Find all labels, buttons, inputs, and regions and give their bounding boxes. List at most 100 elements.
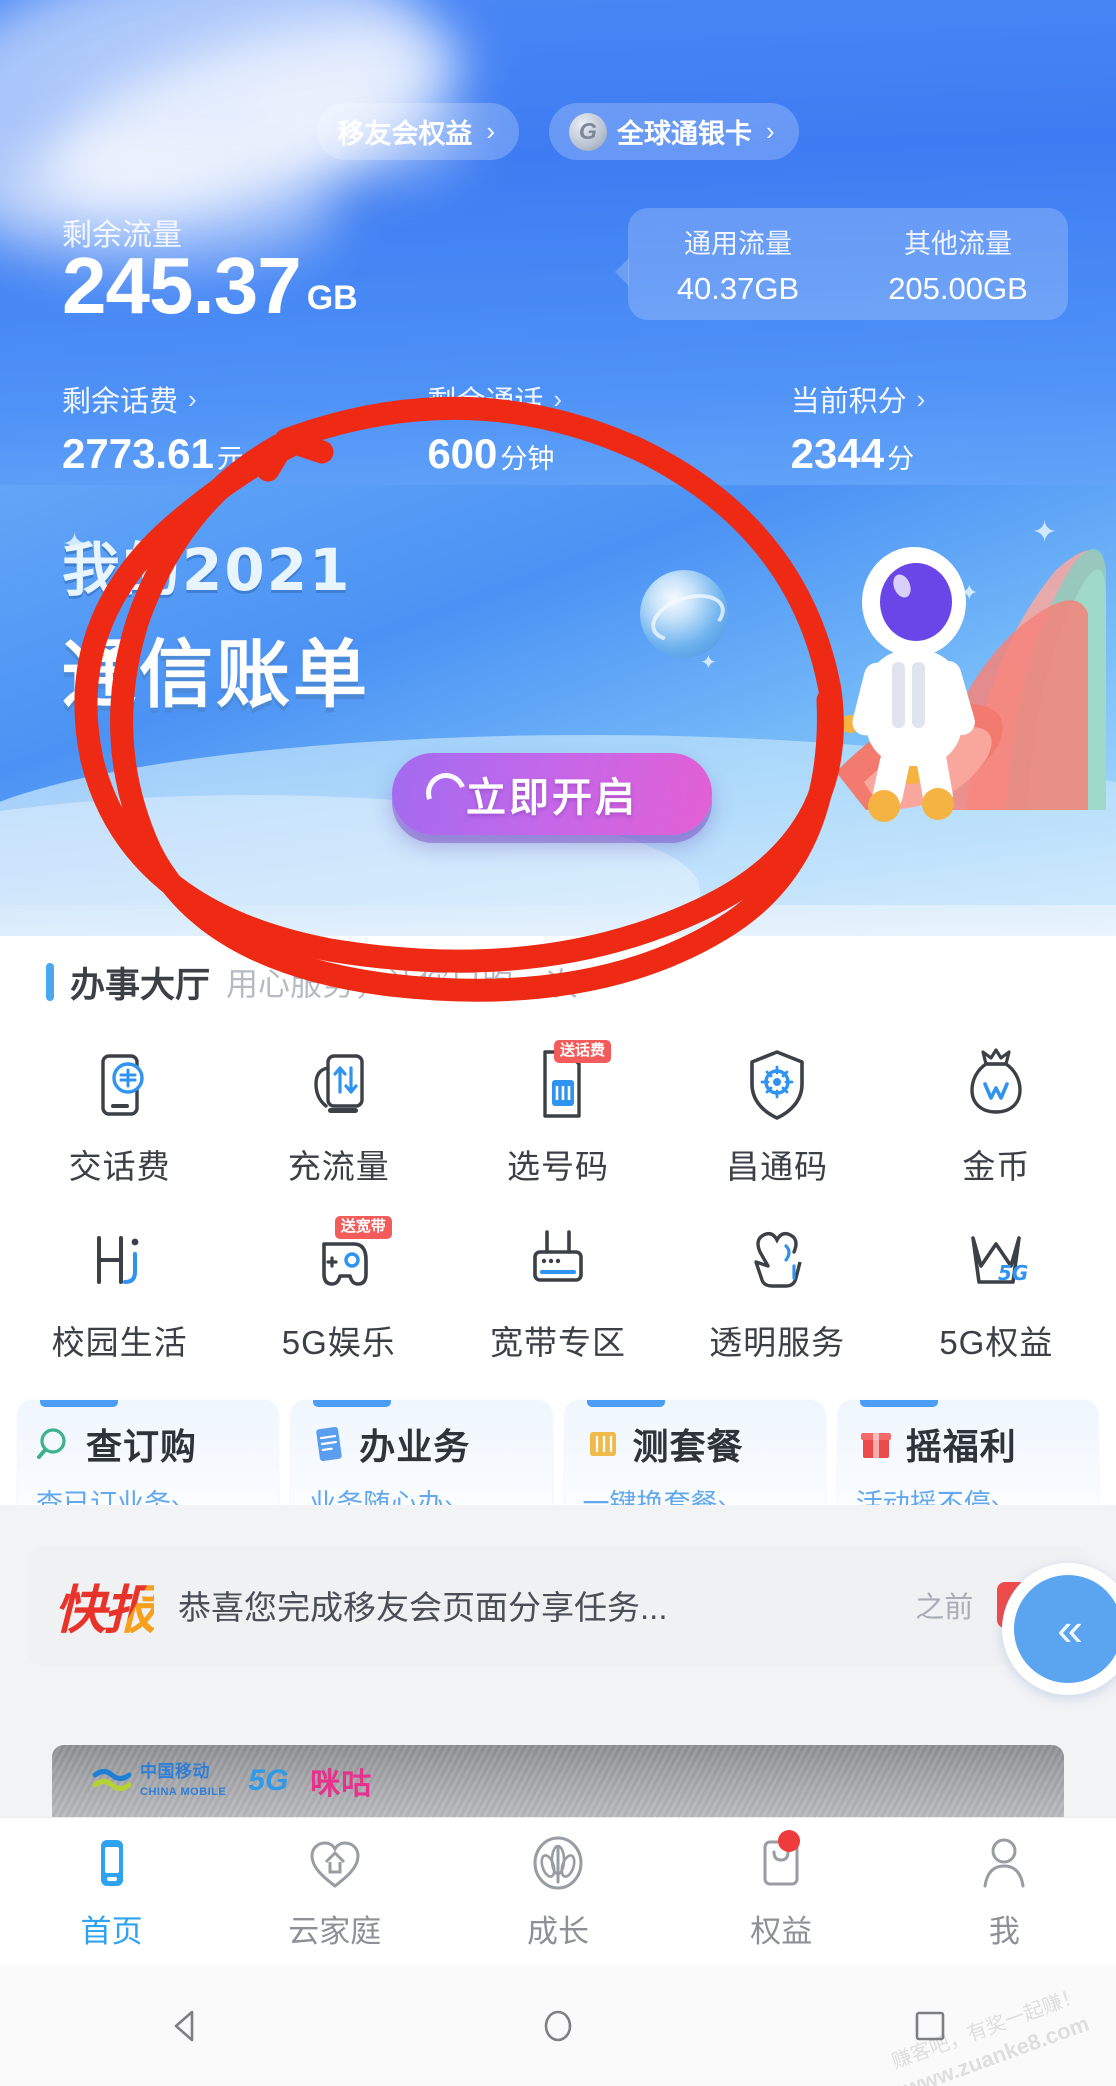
quick-card-title: 查订购: [86, 1426, 198, 1467]
data-breakdown-other-value: 205.00GB: [888, 270, 1028, 306]
chevron-right-icon: ›: [188, 383, 197, 414]
service-item-recharge-data[interactable]: 充流量: [229, 1032, 448, 1208]
tab-growth[interactable]: 成长: [446, 1832, 669, 1951]
tab-benefits[interactable]: 权益: [670, 1830, 893, 1951]
service-item-chang-code[interactable]: 昌通码: [668, 1032, 887, 1208]
tab-profile[interactable]: 我: [893, 1832, 1116, 1951]
service-item-choose-number[interactable]: 送话费 选号码: [448, 1032, 667, 1208]
service-item-campus-life[interactable]: 校园生活: [10, 1208, 229, 1384]
service-item-recharge-fee[interactable]: 交话费: [10, 1032, 229, 1208]
hand-heart-icon: [738, 1222, 816, 1300]
floating-collapse-button[interactable]: «: [1002, 1563, 1116, 1695]
service-item-tag: 送话费: [553, 1040, 611, 1063]
router-icon: [519, 1222, 597, 1300]
service-item-label: 昌通码: [726, 1148, 829, 1185]
service-item-label: 充流量: [287, 1148, 390, 1185]
annual-bill-banner[interactable]: ✦ ✦ ✦ ✦ ✦ 我的2021 通信账单 立即开启: [0, 485, 1116, 905]
stat-label-text: 剩余通话: [427, 386, 544, 418]
app-screen: 移友会权益 › G 全球通银卡 › 剩余流量 245.37 GB 通用流量 40…: [0, 0, 1116, 2086]
coin-bag-icon: [957, 1046, 1035, 1124]
stat-current-points[interactable]: 当前积分 › 2344 分: [753, 378, 1116, 478]
tab-cloud-family[interactable]: 云家庭: [223, 1832, 446, 1951]
data-breakdown-general-label: 通用流量: [684, 228, 792, 259]
quick-card-title: 测套餐: [632, 1426, 744, 1467]
news-logo: 快报: [54, 1568, 156, 1643]
promo-ad-inner: 中国移动 CHINA MOBILE 5G 咪咕: [52, 1745, 1064, 1817]
triangle-back-icon[interactable]: [151, 1991, 221, 2061]
data-breakdown-other: 其他流量 205.00GB: [848, 208, 1068, 320]
benefits-bag-icon: [750, 1830, 812, 1894]
stat-value-number: 2773.61: [62, 430, 214, 477]
quick-card-title: 办业务: [359, 1426, 471, 1467]
news-section: 快报 恭喜您完成移友会页面分享任务... 之前 98 «: [0, 1505, 1116, 1745]
tab-profile-label: 我: [988, 1914, 1020, 1949]
china-mobile-brand-sub: CHINA MOBILE: [140, 1786, 227, 1798]
banner-title-line2: 通信账单: [62, 633, 370, 716]
data-breakdown-card[interactable]: 通用流量 40.37GB 其他流量 205.00GB: [615, 208, 1068, 320]
stat-remaining-voice[interactable]: 剩余通话 › 600 分钟: [387, 378, 752, 478]
remaining-data-value[interactable]: 245.37 GB: [62, 246, 358, 326]
service-hall-header: 办事大厅 用心服务，让您只跑一次: [0, 954, 1116, 1010]
data-breakdown-other-label: 其他流量: [904, 228, 1012, 259]
stat-remaining-balance-value: 2773.61 元: [62, 430, 387, 478]
open-bill-button[interactable]: 立即开启: [392, 753, 712, 835]
person-icon: [973, 1832, 1035, 1894]
service-hall-title: 办事大厅: [70, 965, 211, 1005]
service-item-transparent-service[interactable]: 透明服务: [668, 1208, 887, 1384]
hero-pill-row: 移友会权益 › G 全球通银卡 ›: [0, 103, 1116, 160]
phone-recharge-icon: [81, 1046, 159, 1124]
hero-header: 移友会权益 › G 全球通银卡 › 剩余流量 245.37 GB 通用流量 40…: [0, 0, 1116, 936]
loading-spinner-icon: [419, 766, 473, 820]
sim-card-icon: 送话费: [519, 1040, 611, 1124]
open-bill-button-label: 立即开启: [466, 776, 638, 820]
tab-home-label: 首页: [80, 1914, 143, 1949]
magnifier-icon: [36, 1426, 76, 1462]
pill-member-benefits[interactable]: 移友会权益 ›: [317, 103, 519, 160]
package-icon: [583, 1426, 623, 1462]
stat-remaining-balance[interactable]: 剩余话费 › 2773.61 元: [0, 378, 387, 478]
data-refill-icon: [300, 1046, 378, 1124]
hi-campus-icon: [81, 1222, 159, 1300]
banner-title-line1: 我的2021: [62, 536, 352, 604]
data-breakdown-general: 通用流量 40.37GB: [628, 208, 848, 320]
tab-home[interactable]: 首页: [0, 1832, 223, 1951]
hero-stat-row: 剩余话费 › 2773.61 元 剩余通话 › 600 分钟 当前积分 › 23…: [0, 378, 1116, 478]
service-item-label: 透明服务: [709, 1324, 846, 1361]
growth-tree-icon: [527, 1832, 589, 1894]
service-item-label: 金币: [962, 1148, 1031, 1185]
shield-code-icon: [738, 1046, 816, 1124]
service-item-label: 5G权益: [939, 1324, 1054, 1361]
service-item-label: 5G娱乐: [281, 1324, 396, 1361]
service-item-5g-benefits[interactable]: 5G 5G权益: [887, 1208, 1106, 1384]
chevron-right-icon: ›: [486, 116, 495, 146]
service-item-label: 选号码: [506, 1148, 609, 1185]
service-item-gold-coin[interactable]: 金币: [887, 1032, 1106, 1208]
service-item-broadband[interactable]: 宽带专区: [448, 1208, 667, 1384]
promo-ad-strip[interactable]: 中国移动 CHINA MOBILE 5G 咪咕: [0, 1745, 1116, 1817]
family-heart-icon: [304, 1832, 366, 1894]
double-chevron-left-icon: «: [1057, 1603, 1083, 1655]
stat-label-text: 当前积分: [790, 386, 907, 418]
circle-home-icon[interactable]: [523, 1991, 593, 2061]
pill-globaltone-card[interactable]: G 全球通银卡 ›: [549, 103, 799, 160]
giftbox-icon: [856, 1426, 896, 1462]
news-timestamp: 之前: [915, 1592, 974, 1624]
china-mobile-logo: 中国移动 CHINA MOBILE: [92, 1763, 226, 1799]
square-recents-icon[interactable]: [895, 1991, 965, 2061]
crown-5g-icon: 5G: [957, 1222, 1035, 1300]
tab-cloud-family-label: 云家庭: [288, 1914, 382, 1949]
china-mobile-brand: 中国移动: [140, 1762, 210, 1782]
news-ticker[interactable]: 快报 恭喜您完成移友会页面分享任务... 之前 98: [28, 1545, 1088, 1665]
quick-card-header: 摇福利: [856, 1418, 1088, 1470]
stat-current-points-label: 当前积分 ›: [791, 378, 1116, 420]
service-hall-section: 办事大厅 用心服务，让您只跑一次 交话费 充流量 送话费 选号码 昌通码 金币 …: [0, 936, 1116, 1563]
service-item-label: 宽带专区: [489, 1324, 626, 1361]
chevron-right-icon: ›: [916, 383, 926, 414]
data-breakdown-general-value: 40.37GB: [676, 270, 800, 306]
quick-card-header: 测套餐: [583, 1418, 815, 1470]
service-item-5g-entertainment[interactable]: 送宽带 5G娱乐: [229, 1208, 448, 1384]
ad-migu-label: 咪咕: [310, 1768, 373, 1801]
stat-value-unit: 分钟: [500, 444, 555, 474]
china-mobile-mark-icon: [92, 1769, 132, 1791]
remaining-data-unit: GB: [306, 279, 358, 317]
